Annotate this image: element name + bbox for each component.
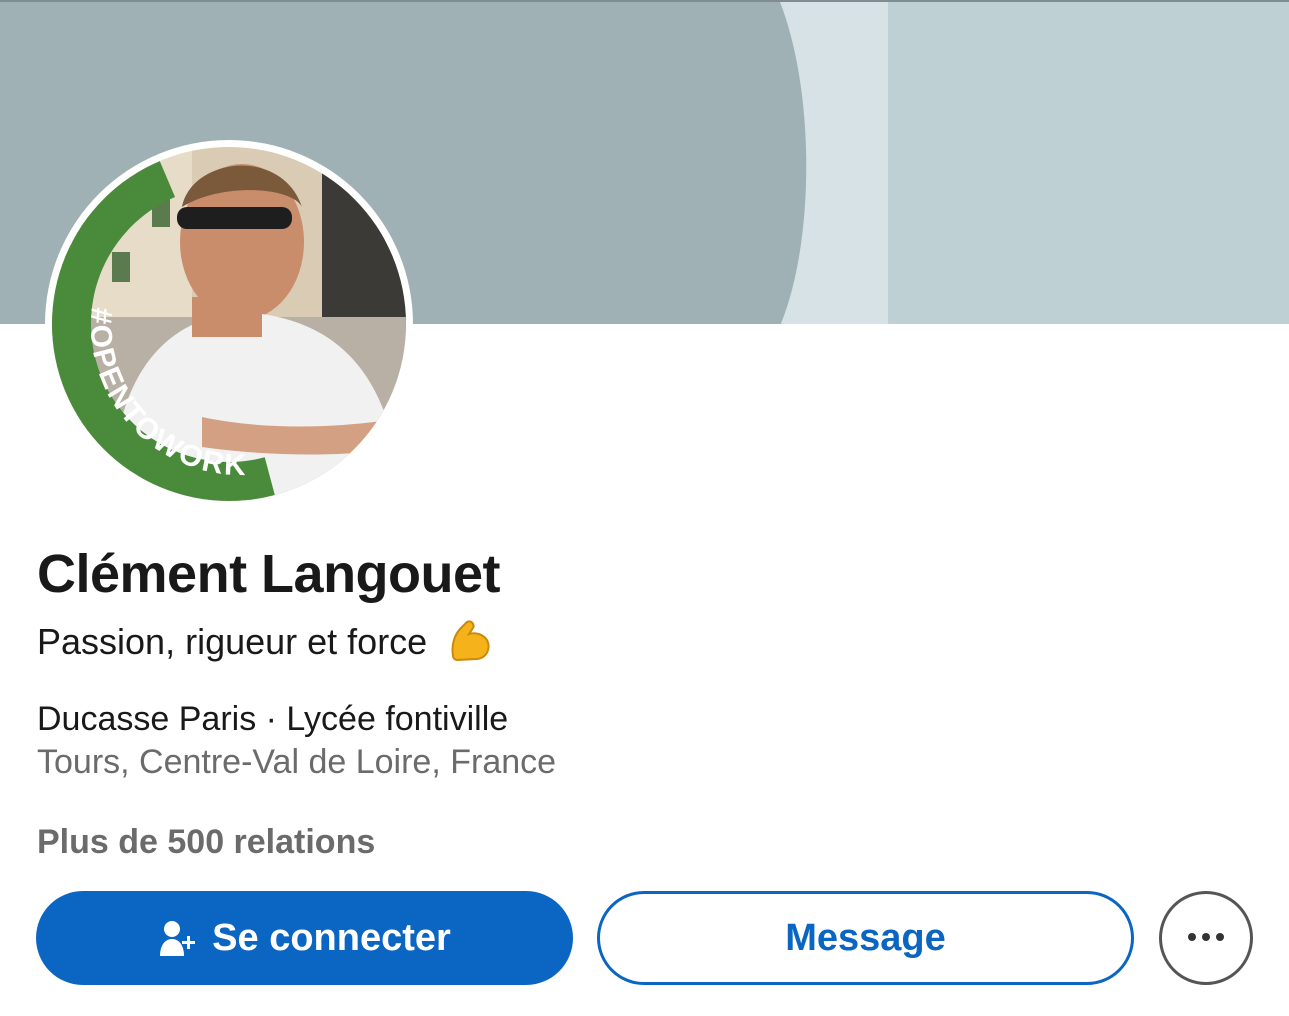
message-button[interactable]: Message <box>597 891 1134 985</box>
connect-button[interactable]: Se connecter <box>36 891 573 985</box>
add-person-icon <box>158 918 198 958</box>
connect-button-label: Se connecter <box>212 916 451 959</box>
profile-connections[interactable]: Plus de 500 relations <box>37 823 375 862</box>
profile-page: #OPENTOWORK Clément Langouet Passion, ri… <box>0 0 1289 1016</box>
profile-work: Ducasse Paris · Lycée fontiville <box>37 700 509 738</box>
profile-name: Clément Langouet <box>37 544 501 604</box>
flexed-biceps-icon <box>447 618 493 671</box>
more-dots-icon <box>1186 929 1226 947</box>
profile-photo-image: #OPENTOWORK <box>52 147 406 501</box>
message-button-label: Message <box>785 916 946 959</box>
profile-photo[interactable]: #OPENTOWORK <box>45 140 413 508</box>
headline-text: Passion, rigueur et force <box>37 621 428 663</box>
more-button[interactable] <box>1159 891 1253 985</box>
profile-location: Tours, Centre-Val de Loire, France <box>37 743 557 781</box>
profile-headline: Passion, rigueur et force <box>37 618 493 671</box>
